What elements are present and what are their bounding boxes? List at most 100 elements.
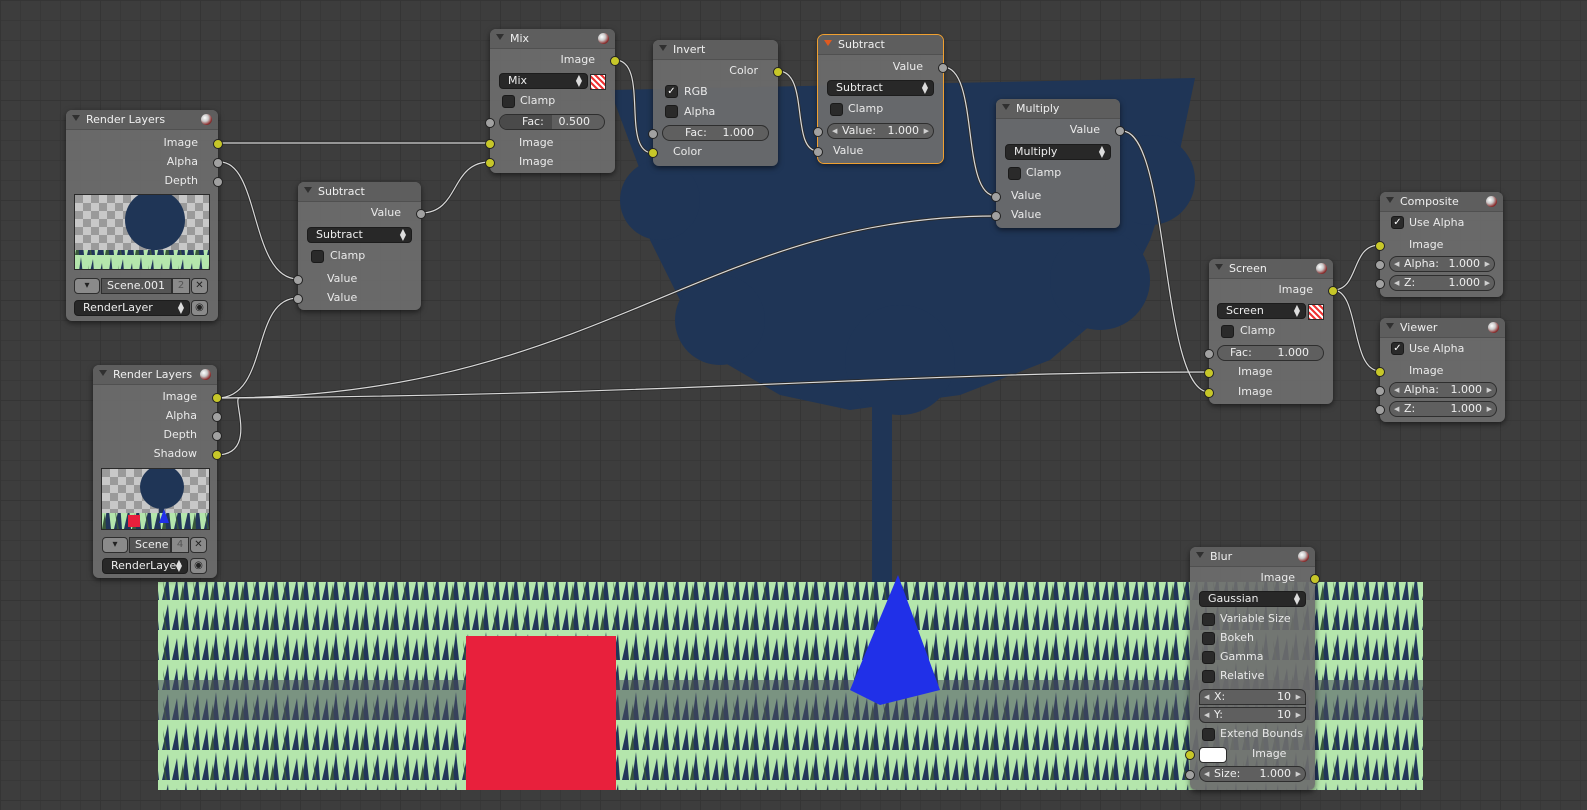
collapse-icon[interactable] — [659, 45, 667, 51]
z-field[interactable]: ◀ Z: 1.000 ▶ — [1389, 401, 1497, 417]
blend-mode-select[interactable]: Screen ▲ ▼ — [1217, 303, 1306, 319]
composite-node[interactable]: Composite ✓ Use Alpha Image ◀ Alpha: 1.000… — [1375, 192, 1503, 297]
input-socket-alpha[interactable] — [1375, 260, 1385, 270]
input-socket-value-1[interactable] — [813, 127, 823, 137]
input-socket-fac[interactable] — [485, 118, 495, 128]
relative-checkbox[interactable] — [1202, 670, 1215, 683]
decrement-arrow-icon[interactable]: ◀ — [1394, 276, 1399, 290]
node-header[interactable]: Subtract — [298, 182, 421, 202]
use-alpha-icon[interactable] — [1308, 304, 1324, 320]
clamp-checkbox[interactable] — [1221, 325, 1234, 338]
blend-mode-select[interactable]: Mix ▲ ▼ — [499, 73, 588, 89]
output-socket-image[interactable] — [213, 139, 223, 149]
output-socket-value[interactable] — [938, 63, 948, 73]
blur-node[interactable]: Blur Image Gaussian ▲ ▼ Variable Size Boke… — [1185, 547, 1320, 790]
preview-toggle-icon[interactable] — [200, 369, 211, 380]
size-field[interactable]: ◀ Size: 1.000 ▶ — [1199, 766, 1306, 782]
input-socket-value-2[interactable] — [293, 294, 303, 304]
input-socket-image[interactable] — [1185, 750, 1195, 760]
output-socket-depth[interactable] — [212, 431, 222, 441]
image-color-swatch[interactable] — [1199, 747, 1227, 763]
increment-arrow-icon[interactable]: ▶ — [1296, 708, 1301, 722]
input-socket-z[interactable] — [1375, 279, 1385, 289]
use-alpha-checkbox[interactable]: ✓ — [1391, 342, 1404, 355]
use-alpha-checkbox[interactable]: ✓ — [1391, 216, 1404, 229]
operation-select[interactable]: Subtract ▲ ▼ — [307, 227, 412, 243]
multiply-node[interactable]: Multiply Value Multiply ▲ ▼ Clamp Value Va… — [991, 99, 1125, 228]
input-socket-image-1[interactable] — [485, 139, 495, 149]
clamp-checkbox[interactable] — [502, 95, 515, 108]
input-socket-fac[interactable] — [1204, 349, 1214, 359]
node-header[interactable]: Invert — [653, 40, 778, 60]
output-socket-shadow[interactable] — [212, 450, 222, 460]
output-socket-image[interactable] — [212, 393, 222, 403]
operation-select[interactable]: Subtract ▲ ▼ — [827, 80, 934, 96]
preview-toggle-icon[interactable] — [1488, 322, 1499, 333]
fac-field[interactable]: Fac: 1.000 — [1217, 345, 1324, 361]
fac-slider[interactable]: Fac: 0.500 — [499, 114, 605, 130]
value-field[interactable]: ◀ Value: 1.000 ▶ — [827, 123, 934, 139]
output-socket-color[interactable] — [773, 67, 783, 77]
clamp-checkbox[interactable] — [830, 103, 843, 116]
decrement-arrow-icon[interactable]: ◀ — [1204, 708, 1209, 722]
input-socket-value-1[interactable] — [293, 275, 303, 285]
decrement-arrow-icon[interactable]: ◀ — [832, 124, 837, 138]
rgb-checkbox[interactable]: ✓ — [665, 85, 678, 98]
render-layer-select[interactable]: RenderLayer ▲ ▼ — [74, 300, 190, 316]
invert-node[interactable]: Invert Color ✓ RGB Alpha Fac: 1.000 Color — [648, 40, 783, 166]
node-header[interactable]: Composite — [1380, 192, 1503, 212]
output-socket-depth[interactable] — [213, 177, 223, 187]
screen-node[interactable]: Screen Image Screen ▲ ▼ Clamp Fac: 1.000 Im… — [1204, 259, 1338, 404]
collapse-icon[interactable] — [496, 34, 504, 40]
decrement-arrow-icon[interactable]: ◀ — [1394, 402, 1399, 416]
operation-select[interactable]: Multiply ▲ ▼ — [1005, 144, 1111, 160]
scene-browse-button[interactable]: ▾ — [102, 537, 128, 553]
input-socket-color[interactable] — [648, 148, 658, 158]
collapse-icon[interactable] — [1215, 264, 1223, 270]
increment-arrow-icon[interactable]: ▶ — [1296, 767, 1301, 781]
input-socket-image[interactable] — [1375, 367, 1385, 377]
decrement-arrow-icon[interactable]: ◀ — [1204, 690, 1209, 704]
increment-arrow-icon[interactable]: ▶ — [924, 124, 929, 138]
scene-browse-button[interactable]: ▾ — [74, 278, 100, 294]
node-header[interactable]: Screen — [1209, 259, 1333, 279]
subtract-node-1[interactable]: Subtract Value Subtract ▲ ▼ Clamp Value Va… — [293, 182, 426, 310]
render-button[interactable]: ◉ — [190, 558, 207, 574]
alpha-field[interactable]: ◀ Alpha: 1.000 ▶ — [1389, 382, 1497, 398]
preview-toggle-icon[interactable] — [201, 114, 212, 125]
collapse-icon[interactable] — [1386, 197, 1394, 203]
output-socket-value[interactable] — [1115, 126, 1125, 136]
preview-toggle-icon[interactable] — [1316, 263, 1327, 274]
output-socket-value[interactable] — [416, 209, 426, 219]
bokeh-checkbox[interactable] — [1202, 632, 1215, 645]
decrement-arrow-icon[interactable]: ◀ — [1394, 257, 1399, 271]
alpha-field[interactable]: ◀ Alpha: 1.000 ▶ — [1389, 256, 1495, 272]
input-socket-alpha[interactable] — [1375, 386, 1385, 396]
input-socket-value-2[interactable] — [991, 211, 1001, 221]
clamp-checkbox[interactable] — [1008, 167, 1021, 180]
size-x-field[interactable]: ◀ X: 10 ▶ — [1199, 689, 1306, 705]
node-header[interactable]: Multiply — [996, 99, 1120, 119]
collapse-icon[interactable] — [99, 370, 107, 376]
collapse-icon[interactable] — [1196, 552, 1204, 558]
node-header[interactable]: Viewer — [1380, 318, 1505, 338]
extend-bounds-checkbox[interactable] — [1202, 728, 1215, 741]
decrement-arrow-icon[interactable]: ◀ — [1204, 767, 1209, 781]
input-socket-size[interactable] — [1185, 770, 1195, 780]
input-socket-image[interactable] — [1375, 241, 1385, 251]
render-layers-node-2[interactable]: Render Layers Image Alpha Depth Shadow ▾… — [93, 365, 222, 578]
use-alpha-icon[interactable] — [590, 74, 606, 90]
input-socket-value-1[interactable] — [991, 192, 1001, 202]
scene-clear-button[interactable]: ✕ — [191, 278, 208, 294]
increment-arrow-icon[interactable]: ▶ — [1296, 690, 1301, 704]
render-layer-select[interactable]: RenderLayer ▲ ▼ — [102, 558, 188, 574]
subtract-node-2[interactable]: Subtract Value Subtract ▲ ▼ Clamp ◀ Value: 1… — [813, 34, 948, 164]
preview-toggle-icon[interactable] — [1486, 196, 1497, 207]
increment-arrow-icon[interactable]: ▶ — [1487, 383, 1492, 397]
render-button[interactable]: ◉ — [191, 300, 208, 316]
preview-toggle-icon[interactable] — [598, 33, 609, 44]
output-socket-alpha[interactable] — [212, 412, 222, 422]
node-header[interactable]: Subtract — [818, 35, 943, 55]
alpha-checkbox[interactable] — [665, 105, 678, 118]
output-socket-image[interactable] — [610, 56, 620, 66]
